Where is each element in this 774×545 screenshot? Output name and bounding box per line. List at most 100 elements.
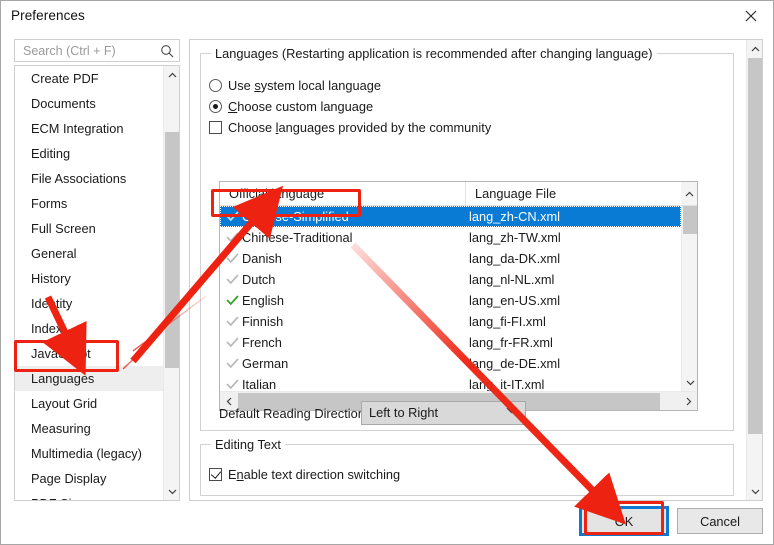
sidebar-item-documents[interactable]: Documents — [15, 91, 163, 116]
sidebar-item-label: Measuring — [31, 421, 91, 436]
radio-mark — [209, 79, 222, 92]
chevron-down-icon[interactable] — [164, 483, 179, 500]
sidebar-item-label: Layout Grid — [31, 396, 98, 411]
language-table-header: Official language Language File — [220, 182, 697, 206]
language-name: Chinese-Simplified — [242, 209, 349, 224]
language-table-scrollbar-thumb[interactable] — [683, 206, 697, 234]
reading-direction-label: Default Reading Direction: — [219, 406, 369, 421]
languages-group: Languages (Restarting application is rec… — [200, 46, 734, 431]
cancel-button[interactable]: Cancel — [677, 508, 763, 534]
language-table[interactable]: Official language Language File Chinese-… — [219, 181, 698, 411]
language-file: lang_en-US.xml — [469, 293, 561, 308]
sidebar-item-label: Forms — [31, 196, 68, 211]
check-icon-inactive[interactable] — [226, 252, 239, 265]
table-row[interactable]: Finnish lang_fi-FI.xml — [220, 311, 681, 332]
check-icon-inactive[interactable] — [226, 231, 239, 244]
editing-text-group-legend: Editing Text — [211, 437, 285, 452]
languages-group-legend: Languages (Restarting application is rec… — [211, 46, 657, 61]
language-file: lang_da-DK.xml — [469, 251, 561, 266]
radio-use-system-local-language[interactable]: Use system local language — [209, 76, 381, 95]
sidebar-item-file-associations[interactable]: File Associations — [15, 166, 163, 191]
chevron-up-icon[interactable] — [164, 66, 179, 83]
sidebar-item-label: Editing — [31, 146, 71, 161]
ok-button[interactable]: OK — [581, 508, 667, 534]
sidebar-item-label: JavaScript — [31, 346, 91, 361]
sidebar-item-label: Create PDF — [31, 71, 99, 86]
chevron-right-icon[interactable] — [680, 392, 697, 410]
checkbox-community-languages[interactable]: Choose languages provided by the communi… — [209, 118, 491, 137]
search-icon[interactable] — [160, 44, 174, 58]
sidebar-item-page-display[interactable]: Page Display — [15, 466, 163, 491]
search-input[interactable] — [21, 40, 153, 61]
sidebar-item-label: Multimedia (legacy) — [31, 446, 142, 461]
chevron-up-icon[interactable] — [681, 182, 697, 205]
language-table-vertical-scrollbar[interactable] — [681, 206, 697, 391]
reading-direction-select[interactable]: Left to Right — [361, 401, 526, 425]
radio-choose-custom-language[interactable]: Choose custom language — [209, 97, 373, 116]
check-icon-inactive[interactable] — [226, 210, 239, 223]
sidebar-items: Create PDF Documents ECM Integration Editin… — [15, 66, 163, 500]
panel-scrollbar[interactable] — [746, 40, 762, 500]
sidebar-item-create-pdf[interactable]: Create PDF — [15, 66, 163, 91]
table-row[interactable]: English lang_en-US.xml — [220, 290, 681, 311]
sidebar-item-label: PDF Sign — [31, 496, 86, 500]
checkbox-label: Choose languages provided by the communi… — [228, 120, 492, 135]
chevron-down-icon[interactable] — [747, 483, 762, 500]
chevron-up-icon[interactable] — [747, 40, 762, 57]
sidebar-item-languages[interactable]: Languages — [15, 366, 163, 391]
language-name: French — [242, 335, 282, 350]
table-row[interactable]: French lang_fr-FR.xml — [220, 332, 681, 353]
table-row[interactable]: Italian lang_it-IT.xml — [220, 374, 681, 391]
panel-scrollbar-thumb[interactable] — [748, 58, 762, 434]
close-icon[interactable] — [728, 1, 773, 31]
language-file: lang_fi-FI.xml — [469, 314, 546, 329]
checkbox-enable-text-direction-switching[interactable]: Enable text direction switching — [209, 465, 400, 484]
sidebar-item-label: File Associations — [31, 171, 127, 186]
check-icon-active[interactable] — [226, 294, 239, 307]
table-row[interactable]: Chinese-Traditional lang_zh-TW.xml — [220, 227, 681, 248]
table-row[interactable]: Danish lang_da-DK.xml — [220, 248, 681, 269]
chevron-down-icon[interactable] — [506, 406, 517, 417]
sidebar-item-label: Documents — [31, 96, 96, 111]
sidebar-scrollbar[interactable] — [163, 66, 179, 500]
language-file: lang_zh-CN.xml — [469, 209, 561, 224]
sidebar-item-history[interactable]: History — [15, 266, 163, 291]
sidebar-item-editing[interactable]: Editing — [15, 141, 163, 166]
column-header-language-file[interactable]: Language File — [466, 182, 681, 205]
language-file: lang_zh-TW.xml — [469, 230, 561, 245]
sidebar-item-identity[interactable]: Identity — [15, 291, 163, 316]
preferences-dialog: Preferences Create PDF Documents ECM Integ… — [0, 0, 774, 545]
sidebar-item-full-screen[interactable]: Full Screen — [15, 216, 163, 241]
sidebar-item-multimedia-legacy[interactable]: Multimedia (legacy) — [15, 441, 163, 466]
check-icon-inactive[interactable] — [226, 273, 239, 286]
sidebar-item-ecm-integration[interactable]: ECM Integration — [15, 116, 163, 141]
sidebar-item-forms[interactable]: Forms — [15, 191, 163, 216]
table-row[interactable]: German lang_de-DE.xml — [220, 353, 681, 374]
language-name: Chinese-Traditional — [242, 230, 353, 245]
check-icon-inactive[interactable] — [226, 315, 239, 328]
language-file: lang_nl-NL.xml — [469, 272, 555, 287]
check-icon-inactive[interactable] — [226, 336, 239, 349]
sidebar-item-label: Full Screen — [31, 221, 96, 236]
sidebar-scrollbar-thumb[interactable] — [165, 132, 179, 368]
sidebar-item-measuring[interactable]: Measuring — [15, 416, 163, 441]
sidebar-item-label: History — [31, 271, 71, 286]
title-bar: Preferences — [1, 1, 773, 32]
check-icon-inactive[interactable] — [226, 378, 239, 391]
check-icon-inactive[interactable] — [226, 357, 239, 370]
preferences-category-list[interactable]: Create PDF Documents ECM Integration Editin… — [14, 65, 180, 501]
language-name: Dutch — [242, 272, 276, 287]
table-row[interactable]: Dutch lang_nl-NL.xml — [220, 269, 681, 290]
search-box[interactable] — [14, 39, 180, 62]
chevron-down-icon[interactable] — [682, 374, 697, 391]
table-row[interactable]: Chinese-Simplified lang_zh-CN.xml — [220, 206, 681, 227]
sidebar-item-general[interactable]: General — [15, 241, 163, 266]
radio-label: Choose custom language — [228, 99, 374, 114]
sidebar-item-javascript[interactable]: JavaScript — [15, 341, 163, 366]
page-title: Preferences — [11, 8, 85, 23]
sidebar-item-index[interactable]: Index — [15, 316, 163, 341]
sidebar-item-pdf-sign[interactable]: PDF Sign — [15, 491, 163, 500]
sidebar-item-layout-grid[interactable]: Layout Grid — [15, 391, 163, 416]
column-header-official-language[interactable]: Official language — [220, 182, 466, 205]
sidebar-item-label: ECM Integration — [31, 121, 124, 136]
